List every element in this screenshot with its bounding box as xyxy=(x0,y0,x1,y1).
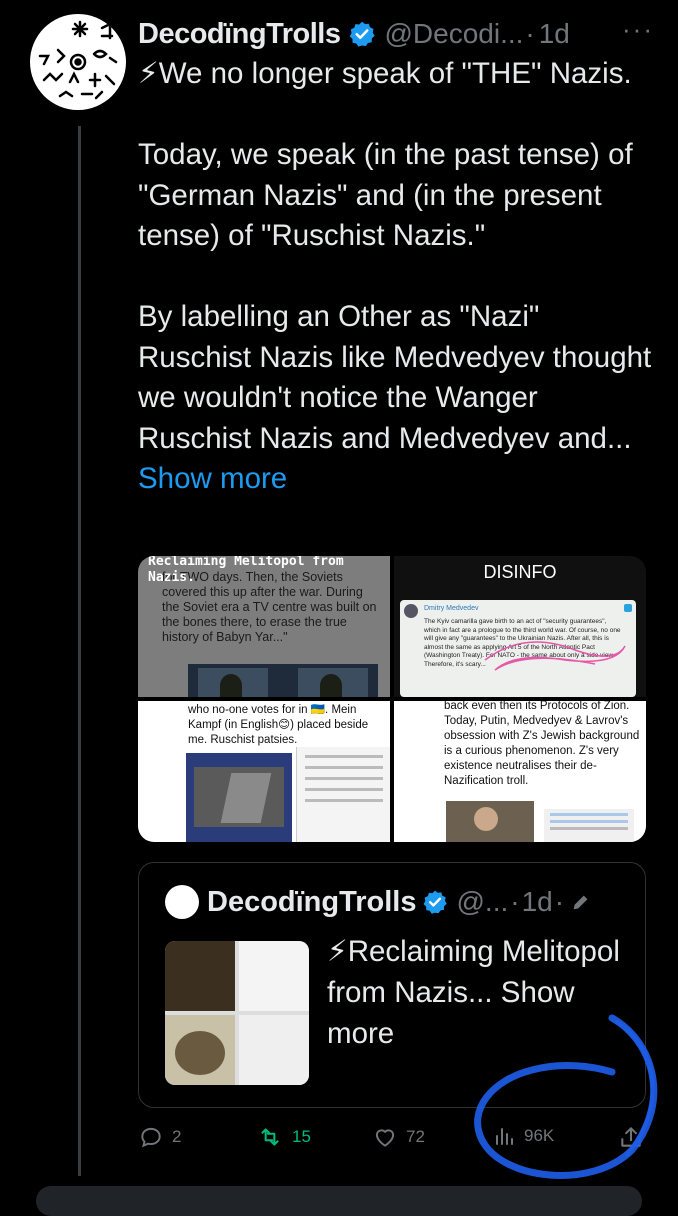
avatar-glyphs-icon xyxy=(38,20,118,100)
tile4-doc xyxy=(544,809,634,842)
reply-count: 2 xyxy=(172,1127,182,1146)
quoted-media-thumbnail xyxy=(165,941,309,1085)
media-image-2[interactable]: DISINFO Dmitry Medvedev The Kyiv camaril… xyxy=(394,556,646,697)
reply-button[interactable]: 2 xyxy=(138,1124,181,1150)
tile4-caption: back even then its Protocols of Zion. To… xyxy=(444,701,640,787)
pink-scribble-icon xyxy=(484,641,626,671)
more-options-button[interactable]: ··· xyxy=(622,14,654,45)
retweet-count: 15 xyxy=(292,1127,311,1146)
author-name[interactable]: DecodïngTrolls xyxy=(138,18,341,51)
tweet-paragraph-2: Today, we speak (in the past tense) of "… xyxy=(138,138,641,252)
retweet-button[interactable]: 15 xyxy=(256,1124,311,1150)
tweet-time[interactable]: 1d xyxy=(539,18,570,50)
heart-icon xyxy=(375,1129,395,1147)
telegram-icon xyxy=(624,604,632,612)
thread-line xyxy=(78,126,81,1176)
author-avatar[interactable] xyxy=(30,14,126,110)
media-image-3[interactable]: who no-one votes for in 🇺🇦. Mein Kampf (… xyxy=(138,701,390,842)
quoted-verified-badge-icon xyxy=(424,890,448,914)
separator-dot: · xyxy=(525,18,535,49)
quoted-tweet-time: 1d xyxy=(521,886,553,917)
quoted-separator-dot: · xyxy=(510,886,520,917)
like-count: 72 xyxy=(406,1127,425,1146)
share-icon xyxy=(621,1127,641,1147)
author-handle[interactable]: @Decodi... xyxy=(384,18,523,50)
tile3-screen-image xyxy=(186,753,292,842)
telegram-author: Dmitry Medvedev xyxy=(424,605,479,612)
tweet-text: ⚡We no longer speak of "THE" Nazis. Toda… xyxy=(138,54,658,500)
bottom-compose-bar[interactable] xyxy=(36,1186,642,1216)
quoted-author-avatar xyxy=(165,885,199,919)
edited-pencil-icon xyxy=(573,895,588,910)
quoted-author-name[interactable]: DecodïngTrolls xyxy=(207,886,416,919)
quoted-tweet[interactable]: DecodïngTrolls @... · 1d · ⚡Reclaiming M… xyxy=(138,862,646,1108)
reply-icon xyxy=(141,1127,161,1148)
views-count: 96K xyxy=(524,1126,555,1145)
media-grid: for TWO days. Then, the Soviets covered … xyxy=(138,556,646,842)
disinfo-label: DISINFO xyxy=(483,562,557,582)
tweet-paragraph-3: By labelling an Other as "Nazi" Ruschist… xyxy=(138,300,660,455)
media-image-1[interactable]: for TWO days. Then, the Soviets covered … xyxy=(138,556,390,697)
tweet-header: DecodïngTrolls @Decodi... · 1d ··· xyxy=(138,14,664,54)
quoted-author-handle[interactable]: @... xyxy=(456,886,508,918)
tile3-caption: who no-one votes for in 🇺🇦. Mein Kampf (… xyxy=(188,704,369,746)
verified-badge-icon xyxy=(350,21,376,47)
tweet-paragraph-1: ⚡We no longer speak of "THE" Nazis. xyxy=(138,57,632,90)
show-more-link[interactable]: Show more xyxy=(138,462,287,495)
tile1-video-strip xyxy=(188,664,378,697)
retweet-icon xyxy=(261,1128,279,1146)
quoted-tweet-text: ⚡Reclaiming Melitopol from Nazis... Show… xyxy=(327,931,627,1054)
quoted-text-content: ⚡Reclaiming Melitopol from Nazis... xyxy=(327,935,620,1009)
tile3-book-image xyxy=(296,747,390,842)
telegram-post: Dmitry Medvedev The Kyiv camarilla gave … xyxy=(400,600,636,697)
tile4-photo xyxy=(446,801,534,842)
share-button[interactable] xyxy=(618,1124,652,1150)
like-button[interactable]: 72 xyxy=(372,1124,425,1150)
media-image-4[interactable]: back even then its Protocols of Zion. To… xyxy=(394,701,646,842)
quoted-separator-dot-2: · xyxy=(554,886,565,917)
views-chart-icon xyxy=(496,1128,513,1145)
quoted-tweet-header: DecodïngTrolls @... · 1d · xyxy=(165,885,635,919)
views-button[interactable]: 96K xyxy=(492,1124,554,1148)
tile1-title: Reclaiming Melitopol from Nazis. xyxy=(148,556,344,585)
tweet-actions-bar: 2 15 72 96K xyxy=(138,1124,646,1158)
